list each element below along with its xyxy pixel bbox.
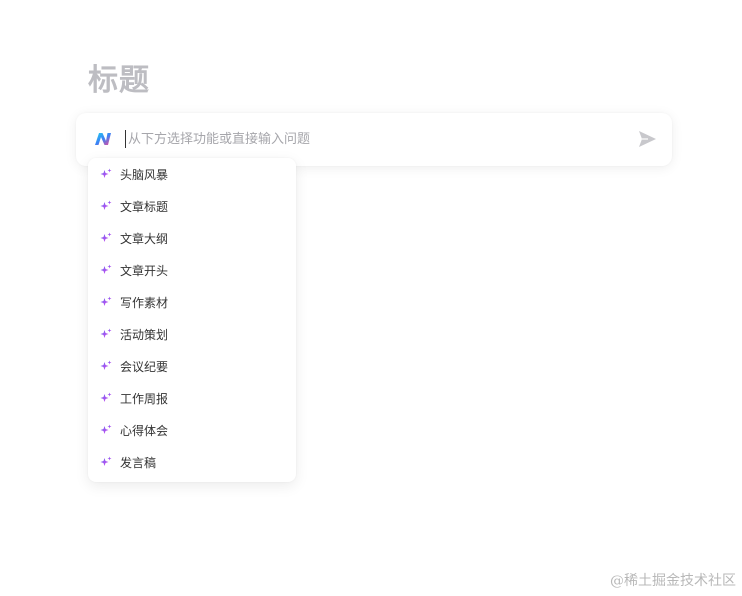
menu-item-label: 心得体会: [120, 423, 169, 438]
menu-item-label: 会议纪要: [120, 359, 169, 374]
sparkle-icon: [100, 392, 112, 402]
sparkle-icon: [100, 424, 112, 434]
menu-item-label: 头脑风暴: [120, 167, 169, 182]
menu-item[interactable]: 工作周报: [88, 382, 296, 414]
menu-item[interactable]: 文章开头: [88, 254, 296, 286]
ai-function-menu: 头脑风暴文章标题文章大纲文章开头写作素材活动策划会议纪要工作周报心得体会发言稿: [88, 158, 296, 482]
send-icon[interactable]: [636, 128, 658, 150]
menu-item-label: 文章开头: [120, 263, 169, 278]
menu-item-label: 工作周报: [120, 391, 169, 406]
sparkle-icon: [100, 456, 112, 466]
sparkle-icon: [100, 296, 112, 306]
menu-item-label: 文章大纲: [120, 231, 169, 246]
sparkle-icon: [100, 232, 112, 242]
menu-item[interactable]: 写作素材: [88, 286, 296, 318]
menu-item[interactable]: 会议纪要: [88, 350, 296, 382]
menu-item-label: 写作素材: [120, 295, 169, 310]
menu-item-label: 发言稿: [120, 455, 157, 470]
watermark: @稀土掘金技术社区: [610, 573, 736, 589]
sparkle-icon: [100, 264, 112, 274]
menu-item-label: 文章标题: [120, 199, 169, 214]
menu-item[interactable]: 文章标题: [88, 190, 296, 222]
menu-item-label: 活动策划: [120, 327, 169, 342]
document-title[interactable]: 标题: [88, 60, 150, 102]
sparkle-icon: [100, 328, 112, 338]
sparkle-icon: [100, 360, 112, 370]
menu-item[interactable]: 发言稿: [88, 446, 296, 478]
editor-page: 标题 头脑风暴文章标题文章大纲文章开头写作素材活动策划会议纪要工作周报心得体会发…: [0, 0, 742, 596]
sparkle-icon: [100, 168, 112, 178]
menu-item[interactable]: 头脑风暴: [88, 158, 296, 190]
ai-logo-icon: [95, 133, 111, 145]
menu-item[interactable]: 文章大纲: [88, 222, 296, 254]
menu-item[interactable]: 活动策划: [88, 318, 296, 350]
menu-item[interactable]: 心得体会: [88, 414, 296, 446]
sparkle-icon: [100, 200, 112, 210]
ai-prompt-input[interactable]: [126, 127, 610, 151]
